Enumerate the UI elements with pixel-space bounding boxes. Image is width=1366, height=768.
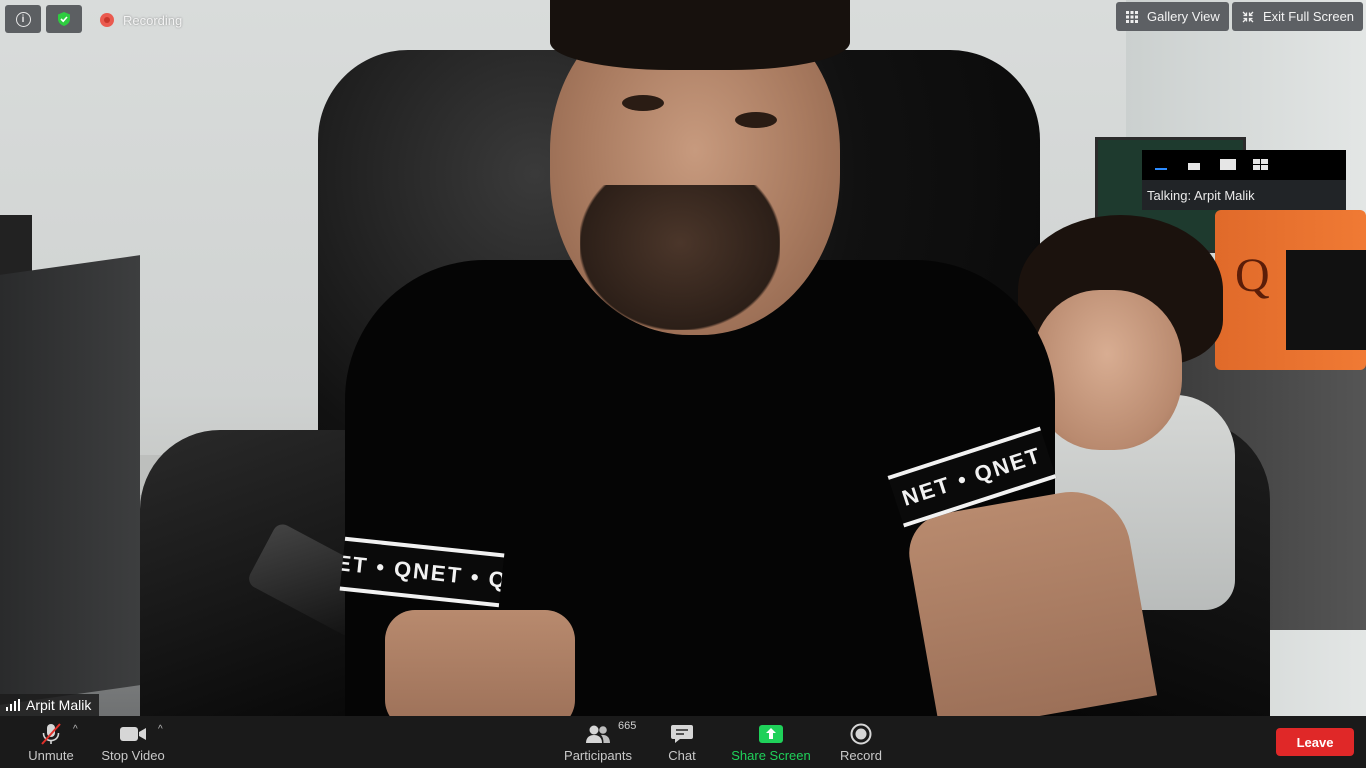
video-layout-panel: Talking: Arpit Malik: [1142, 150, 1346, 210]
man-hair: [550, 0, 850, 70]
info-icon: i: [15, 11, 31, 27]
video-feed: Q ET • QNET • Q NET • QNET: [0, 0, 1366, 716]
recording-indicator: Recording: [100, 10, 182, 30]
eye: [622, 95, 664, 111]
desk: [0, 255, 140, 705]
chat-button[interactable]: Chat: [664, 716, 700, 768]
record-label: Record: [840, 748, 882, 763]
man-beard: [580, 185, 780, 330]
participant-count-badge: 665: [618, 720, 637, 732]
exit-full-screen-button[interactable]: Exit Full Screen: [1232, 2, 1363, 31]
participant-name: Arpit Malik: [26, 697, 92, 713]
four-grid-icon: [1253, 159, 1268, 170]
small-window-icon: [1188, 163, 1200, 170]
chat-bubble-icon: [670, 722, 694, 746]
man-arm: [902, 482, 1158, 716]
speaker-view-button[interactable]: [1219, 158, 1239, 172]
shield-check-icon: [58, 12, 70, 26]
share-screen-icon: [758, 722, 784, 746]
share-screen-button[interactable]: Share Screen: [728, 716, 814, 768]
meeting-toolbar: Unmute ^ Stop Video ^ Participants Chat …: [0, 716, 1366, 768]
recording-label: Recording: [123, 12, 183, 28]
orange-box: Q: [1215, 210, 1366, 370]
leave-meeting-button[interactable]: Leave: [1276, 728, 1354, 756]
minimize-video-button[interactable]: [1153, 158, 1173, 172]
microphone-muted-icon: [38, 722, 64, 746]
exit-fullscreen-icon: [1242, 11, 1254, 22]
minimize-icon: [1155, 168, 1167, 170]
chat-label: Chat: [668, 748, 696, 763]
signal-strength-icon: [6, 699, 20, 711]
grid-icon: [1126, 10, 1138, 23]
record-icon: [850, 722, 872, 746]
hide-video-button[interactable]: [1186, 158, 1206, 172]
meeting-info-button[interactable]: i: [5, 5, 41, 33]
man-arm: [385, 610, 575, 716]
video-options-caret[interactable]: ^: [158, 724, 168, 735]
talking-indicator: Talking: Arpit Malik: [1142, 180, 1346, 210]
recording-dot-icon: [100, 13, 114, 27]
record-button[interactable]: Record: [838, 716, 884, 768]
gallery-layout-button[interactable]: [1252, 158, 1272, 172]
encryption-button[interactable]: [46, 5, 82, 33]
exit-full-screen-label: Exit Full Screen: [1263, 9, 1355, 24]
participant-name-tag: Arpit Malik: [0, 694, 100, 716]
unmute-button[interactable]: Unmute: [24, 716, 78, 768]
gallery-view-button[interactable]: Gallery View: [1116, 2, 1229, 31]
video-camera-icon: [119, 722, 147, 746]
audio-options-caret[interactable]: ^: [73, 724, 83, 735]
stop-video-label: Stop Video: [101, 748, 165, 763]
gallery-view-label: Gallery View: [1147, 9, 1220, 24]
eye: [735, 112, 777, 128]
layout-toolbar: [1142, 150, 1346, 180]
unmute-label: Unmute: [28, 748, 74, 763]
participants-label: Participants: [564, 748, 632, 763]
share-screen-label: Share Screen: [731, 748, 811, 763]
large-window-icon: [1220, 159, 1236, 170]
participants-icon: [584, 722, 612, 746]
